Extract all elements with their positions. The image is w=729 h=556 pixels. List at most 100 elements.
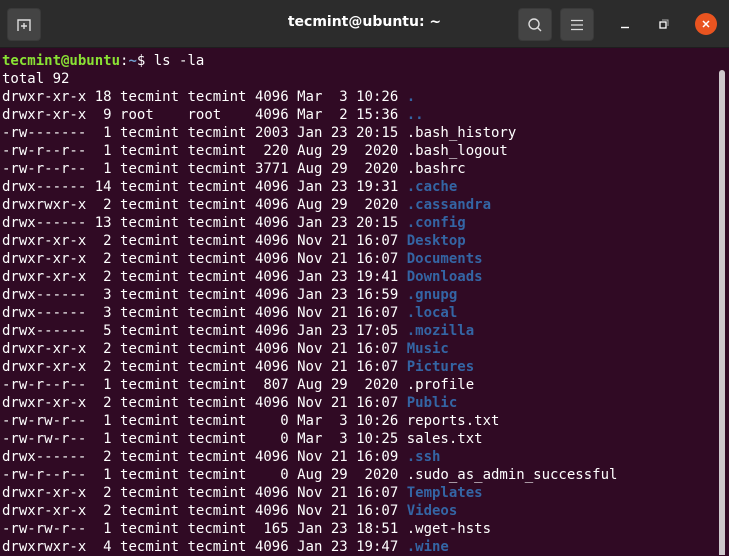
file-size: 4096 <box>254 305 289 321</box>
time-or-year: 19:47 <box>356 539 399 555</box>
link-count: 2 <box>94 269 112 285</box>
group: tecmint <box>187 251 247 267</box>
time-or-year: 16:07 <box>356 233 399 249</box>
month: Mar <box>297 89 323 105</box>
file-size: 4096 <box>254 503 289 519</box>
group: tecmint <box>187 359 247 375</box>
day: 21 <box>330 395 348 411</box>
group: tecmint <box>187 179 247 195</box>
listing-row: drwxr-xr-x 2 tecmint tecmint 4096 Nov 21… <box>2 484 729 502</box>
group: tecmint <box>187 89 247 105</box>
time-or-year: 16:07 <box>356 305 399 321</box>
directory-name: Desktop <box>406 233 466 249</box>
owner: tecmint <box>120 521 180 537</box>
scrollbar[interactable] <box>719 70 725 555</box>
group: tecmint <box>187 215 247 231</box>
time-or-year: 16:07 <box>356 251 399 267</box>
month: Jan <box>297 215 323 231</box>
restore-icon <box>659 19 669 29</box>
time-or-year: 20:15 <box>356 215 399 231</box>
link-count: 1 <box>94 431 112 447</box>
close-button[interactable] <box>695 13 717 35</box>
day: 29 <box>330 197 348 213</box>
terminal-output[interactable]: tecmint@ubuntu:~$ ls -la total 92 drwxr-… <box>0 50 729 555</box>
day: 23 <box>330 539 348 555</box>
day: 29 <box>330 467 348 483</box>
link-count: 3 <box>94 287 112 303</box>
owner: tecmint <box>120 539 180 555</box>
listing-row: -rw-rw-r-- 1 tecmint tecmint 0 Mar 3 10:… <box>2 430 729 448</box>
day: 21 <box>330 251 348 267</box>
month: Nov <box>297 233 323 249</box>
listing-row: -rw-r--r-- 1 tecmint tecmint 0 Aug 29 20… <box>2 466 729 484</box>
restore-button[interactable] <box>652 12 676 36</box>
link-count: 2 <box>94 233 112 249</box>
link-count: 1 <box>94 377 112 393</box>
search-button[interactable] <box>518 8 552 41</box>
day: 21 <box>330 449 348 465</box>
listing-row: -rw-r--r-- 1 tecmint tecmint 3771 Aug 29… <box>2 160 729 178</box>
month: Jan <box>297 539 323 555</box>
close-icon <box>702 20 710 28</box>
link-count: 2 <box>94 485 112 501</box>
month: Nov <box>297 359 323 375</box>
group: tecmint <box>187 143 247 159</box>
day: 23 <box>330 179 348 195</box>
day: 3 <box>330 431 348 447</box>
listing-row: -rw-r--r-- 1 tecmint tecmint 807 Aug 29 … <box>2 376 729 394</box>
time-or-year: 2020 <box>356 377 399 393</box>
time-or-year: 17:05 <box>356 323 399 339</box>
day: 23 <box>330 323 348 339</box>
listing-row: drwx------ 5 tecmint tecmint 4096 Jan 23… <box>2 322 729 340</box>
permissions: -rw-r--r-- <box>2 467 87 483</box>
permissions: -rw-r--r-- <box>2 143 87 159</box>
month: Nov <box>297 503 323 519</box>
directory-name: . <box>406 89 416 105</box>
time-or-year: 16:07 <box>356 395 399 411</box>
file-size: 3771 <box>254 161 289 177</box>
month: Aug <box>297 377 323 393</box>
directory-name: .local <box>406 305 458 321</box>
owner: tecmint <box>120 143 180 159</box>
link-count: 4 <box>94 539 112 555</box>
month: Nov <box>297 341 323 357</box>
hamburger-menu-icon <box>571 19 583 30</box>
group: tecmint <box>187 287 247 303</box>
link-count: 3 <box>94 305 112 321</box>
owner: tecmint <box>120 323 180 339</box>
owner: tecmint <box>120 251 180 267</box>
month: Jan <box>297 521 323 537</box>
time-or-year: 18:51 <box>356 521 399 537</box>
listing-row: drwxr-xr-x 18 tecmint tecmint 4096 Mar 3… <box>2 88 729 106</box>
owner: tecmint <box>120 233 180 249</box>
permissions: -rw-r--r-- <box>2 377 87 393</box>
link-count: 9 <box>94 107 112 123</box>
file-name: reports.txt <box>406 413 500 429</box>
prompt-symbol: $ <box>136 53 154 69</box>
listing-row: drwx------ 2 tecmint tecmint 4096 Nov 21… <box>2 448 729 466</box>
day: 21 <box>330 503 348 519</box>
directory-name: .ssh <box>406 449 441 465</box>
permissions: -rw-rw-r-- <box>2 413 87 429</box>
time-or-year: 19:41 <box>356 269 399 285</box>
minimize-button[interactable] <box>613 12 637 36</box>
file-size: 0 <box>254 413 289 429</box>
menu-button[interactable] <box>560 8 594 41</box>
permissions: drwx------ <box>2 323 87 339</box>
file-size: 807 <box>254 377 289 393</box>
listing-row: -rw-rw-r-- 1 tecmint tecmint 0 Mar 3 10:… <box>2 412 729 430</box>
month: Mar <box>297 107 323 123</box>
permissions: drwx------ <box>2 305 87 321</box>
month: Jan <box>297 323 323 339</box>
directory-name: Pictures <box>406 359 475 375</box>
link-count: 1 <box>94 413 112 429</box>
link-count: 2 <box>94 251 112 267</box>
month: Jan <box>297 179 323 195</box>
title-bar: tecmint@ubuntu: ~ <box>0 0 729 48</box>
command-text: ls -la <box>153 53 205 69</box>
file-size: 4096 <box>254 287 289 303</box>
permissions: drwxr-xr-x <box>2 359 87 375</box>
total-line: total 92 <box>2 71 70 87</box>
month: Aug <box>297 197 323 213</box>
directory-name: .gnupg <box>406 287 458 303</box>
